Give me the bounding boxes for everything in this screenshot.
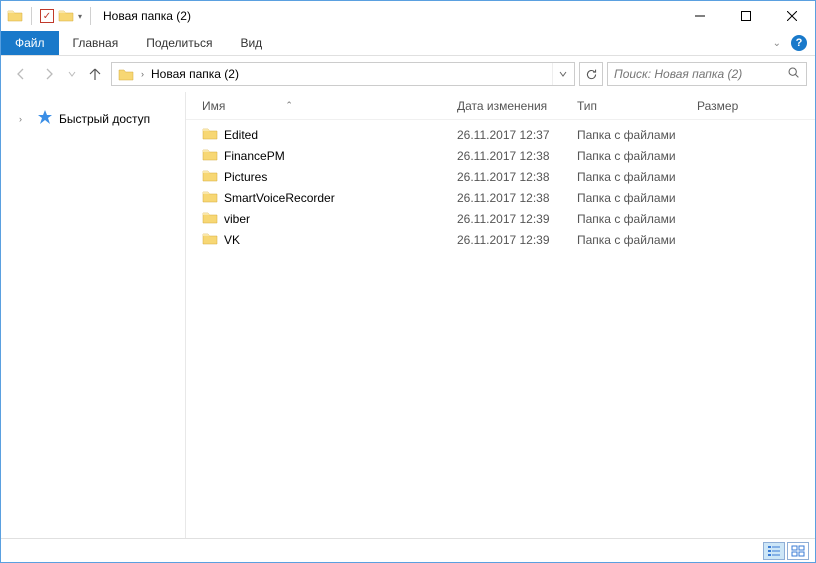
sort-indicator-icon: ⌃ — [285, 100, 293, 111]
address-bar: › Новая папка (2) — [1, 56, 815, 92]
search-icon[interactable] — [787, 66, 800, 82]
tab-file[interactable]: Файл — [1, 31, 59, 55]
tab-view[interactable]: Вид — [226, 31, 276, 55]
file-name: viber — [224, 212, 250, 226]
status-bar — [1, 538, 815, 562]
file-list-pane: Имя ⌃ Дата изменения Тип Размер Edited 26… — [186, 92, 815, 538]
view-large-icons-button[interactable] — [787, 542, 809, 560]
chevron-down-icon[interactable]: ⌄ — [773, 38, 781, 49]
close-button[interactable] — [769, 1, 815, 31]
file-date: 26.11.2017 12:38 — [451, 170, 571, 184]
file-name: Edited — [224, 128, 258, 142]
file-type: Папка с файлами — [571, 149, 691, 163]
up-button[interactable] — [83, 62, 107, 86]
search-input[interactable] — [614, 67, 787, 81]
properties-icon[interactable]: ✓ — [40, 9, 54, 23]
breadcrumb-segment[interactable]: Новая папка (2) — [147, 63, 243, 85]
quick-access-toolbar: ✓ ▾ — [1, 7, 95, 25]
folder-icon — [202, 168, 218, 185]
file-date: 26.11.2017 12:39 — [451, 233, 571, 247]
content-area: › Быстрый доступ Имя ⌃ Дата изменения Ти… — [1, 92, 815, 538]
file-type: Папка с файлами — [571, 233, 691, 247]
breadcrumb[interactable]: › Новая папка (2) — [111, 62, 575, 86]
quick-access-icon — [37, 109, 53, 128]
folder-icon[interactable] — [58, 8, 74, 25]
table-row[interactable]: Pictures 26.11.2017 12:38Папка с файлами — [186, 166, 815, 187]
folder-icon — [7, 8, 23, 25]
divider — [31, 7, 32, 25]
table-row[interactable]: viber 26.11.2017 12:39Папка с файлами — [186, 208, 815, 229]
chevron-right-icon[interactable]: › — [138, 69, 147, 79]
folder-icon — [202, 147, 218, 164]
table-row[interactable]: SmartVoiceRecorder 26.11.2017 12:38Папка … — [186, 187, 815, 208]
tab-home[interactable]: Главная — [59, 31, 133, 55]
folder-icon — [202, 210, 218, 227]
recent-dropdown[interactable] — [65, 62, 79, 86]
titlebar: ✓ ▾ Новая папка (2) — [1, 1, 815, 31]
file-date: 26.11.2017 12:38 — [451, 149, 571, 163]
folder-icon — [202, 189, 218, 206]
divider — [90, 7, 91, 25]
breadcrumb-root-icon[interactable] — [114, 63, 138, 85]
file-type: Папка с файлами — [571, 170, 691, 184]
sidebar-item-quick-access[interactable]: › Быстрый доступ — [1, 106, 185, 131]
file-date: 26.11.2017 12:38 — [451, 191, 571, 205]
help-icon[interactable]: ? — [791, 35, 807, 51]
file-type: Папка с файлами — [571, 191, 691, 205]
view-details-button[interactable] — [763, 542, 785, 560]
file-type: Папка с файлами — [571, 128, 691, 142]
address-dropdown[interactable] — [552, 63, 572, 85]
column-header-date[interactable]: Дата изменения — [451, 99, 571, 113]
tab-share[interactable]: Поделиться — [132, 31, 226, 55]
ribbon-tabs: Файл Главная Поделиться Вид ⌄ ? — [1, 31, 815, 56]
column-header-name[interactable]: Имя ⌃ — [196, 99, 451, 113]
minimize-button[interactable] — [677, 1, 723, 31]
file-name: Pictures — [224, 170, 267, 184]
maximize-button[interactable] — [723, 1, 769, 31]
column-headers: Имя ⌃ Дата изменения Тип Размер — [186, 92, 815, 120]
file-date: 26.11.2017 12:37 — [451, 128, 571, 142]
file-type: Папка с файлами — [571, 212, 691, 226]
search-box[interactable] — [607, 62, 807, 86]
file-name: SmartVoiceRecorder — [224, 191, 335, 205]
file-name: VK — [224, 233, 240, 247]
table-row[interactable]: FinancePM 26.11.2017 12:38Папка с файлами — [186, 145, 815, 166]
sidebar-item-label: Быстрый доступ — [59, 112, 150, 126]
forward-button[interactable] — [37, 62, 61, 86]
back-button[interactable] — [9, 62, 33, 86]
table-row[interactable]: Edited 26.11.2017 12:37Папка с файлами — [186, 124, 815, 145]
folder-icon — [202, 126, 218, 143]
file-name: FinancePM — [224, 149, 285, 163]
column-header-type[interactable]: Тип — [571, 99, 691, 113]
refresh-button[interactable] — [579, 62, 603, 86]
navigation-pane: › Быстрый доступ — [1, 92, 186, 538]
folder-icon — [202, 231, 218, 248]
qat-dropdown-icon[interactable]: ▾ — [78, 12, 82, 21]
file-rows: Edited26.11.2017 12:37Папка с файламиFin… — [186, 120, 815, 538]
window-title: Новая папка (2) — [95, 9, 191, 23]
file-date: 26.11.2017 12:39 — [451, 212, 571, 226]
table-row[interactable]: VK 26.11.2017 12:39Папка с файлами — [186, 229, 815, 250]
column-header-size[interactable]: Размер — [691, 99, 771, 113]
